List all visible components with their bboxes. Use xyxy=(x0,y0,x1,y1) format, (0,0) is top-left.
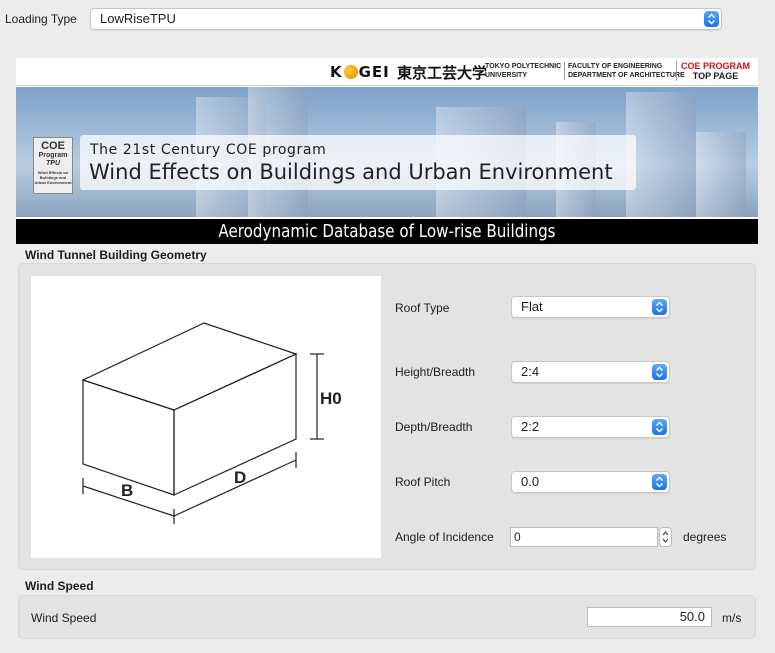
depth-breadth-label: Depth/Breadth xyxy=(395,420,473,434)
loading-type-value: LowRiseTPU xyxy=(100,11,176,26)
select-arrows-icon xyxy=(652,299,667,315)
geometry-section-title: Wind Tunnel Building Geometry xyxy=(25,248,207,262)
angle-stepper[interactable] xyxy=(659,527,672,547)
wind-speed-label: Wind Speed xyxy=(31,611,97,625)
faculty-name: FACULTY OF ENGINEERING DEPARTMENT OF ARC… xyxy=(564,62,685,80)
height-breadth-label: Height/Breadth xyxy=(395,365,476,379)
banner-title-large: Wind Effects on Buildings and Urban Envi… xyxy=(89,160,613,184)
figure-label-d: D xyxy=(234,468,246,487)
figure-label-b: B xyxy=(121,481,133,500)
roof-type-label: Roof Type xyxy=(395,301,450,315)
roof-pitch-value: 0.0 xyxy=(521,474,540,489)
figure-label-h0: H0 xyxy=(320,389,342,408)
height-breadth-select[interactable]: 2:4 xyxy=(511,361,670,383)
angle-of-incidence-input[interactable]: 0 xyxy=(510,527,658,547)
header-banner: K GEI 東京工芸大学 TOKYO POLYTECHNIC UNIVERSITY… xyxy=(16,58,758,244)
kogei-logo: K GEI xyxy=(330,63,390,81)
banner-title-box: The 21st Century COE program Wind Effect… xyxy=(80,135,636,190)
database-title: Aerodynamic Database of Low-rise Buildin… xyxy=(218,221,556,242)
banner-title-small: The 21st Century COE program xyxy=(90,142,327,158)
depth-breadth-value: 2:2 xyxy=(521,419,540,434)
university-name: TOKYO POLYTECHNIC UNIVERSITY xyxy=(485,63,562,79)
loading-type-select[interactable]: LowRiseTPU xyxy=(90,8,722,30)
select-arrows-icon xyxy=(652,474,667,490)
roof-type-value: Flat xyxy=(521,299,543,314)
university-kanji: 東京工芸大学 xyxy=(397,64,488,82)
wind-speed-input[interactable]: 50.0 xyxy=(587,607,712,627)
depth-breadth-select[interactable]: 2:2 xyxy=(511,416,670,438)
building-diagram: H0 B D xyxy=(81,322,342,524)
wind-section-title: Wind Speed xyxy=(25,579,94,593)
wind-speed-unit: m/s xyxy=(722,611,742,625)
loading-type-label: Loading Type xyxy=(5,12,77,26)
select-arrows-icon xyxy=(652,364,667,380)
banner-topbar: K GEI 東京工芸大学 TOKYO POLYTECHNIC UNIVERSITY… xyxy=(16,58,758,86)
banner-image: COE Program TPU Wind Effects on Building… xyxy=(16,87,758,217)
roof-pitch-select[interactable]: 0.0 xyxy=(511,471,670,493)
angle-of-incidence-label: Angle of Incidence xyxy=(395,530,494,544)
angle-unit: degrees xyxy=(683,530,727,544)
stepper-arrows-icon xyxy=(662,531,669,543)
loading-type-row: Loading Type LowRiseTPU xyxy=(0,0,775,38)
roof-type-select[interactable]: Flat xyxy=(511,296,670,318)
select-arrows-icon xyxy=(704,11,719,27)
coe-top-page-link[interactable]: COE PROGRAM TOP PAGE xyxy=(676,61,754,81)
select-arrows-icon xyxy=(652,419,667,435)
building-geometry-figure: H0 B D xyxy=(31,276,381,558)
coe-badge-logo: COE Program TPU Wind Effects on Building… xyxy=(33,137,73,194)
database-title-bar: Aerodynamic Database of Low-rise Buildin… xyxy=(16,218,758,244)
height-breadth-value: 2:4 xyxy=(521,364,540,379)
roof-pitch-label: Roof Pitch xyxy=(395,475,451,489)
